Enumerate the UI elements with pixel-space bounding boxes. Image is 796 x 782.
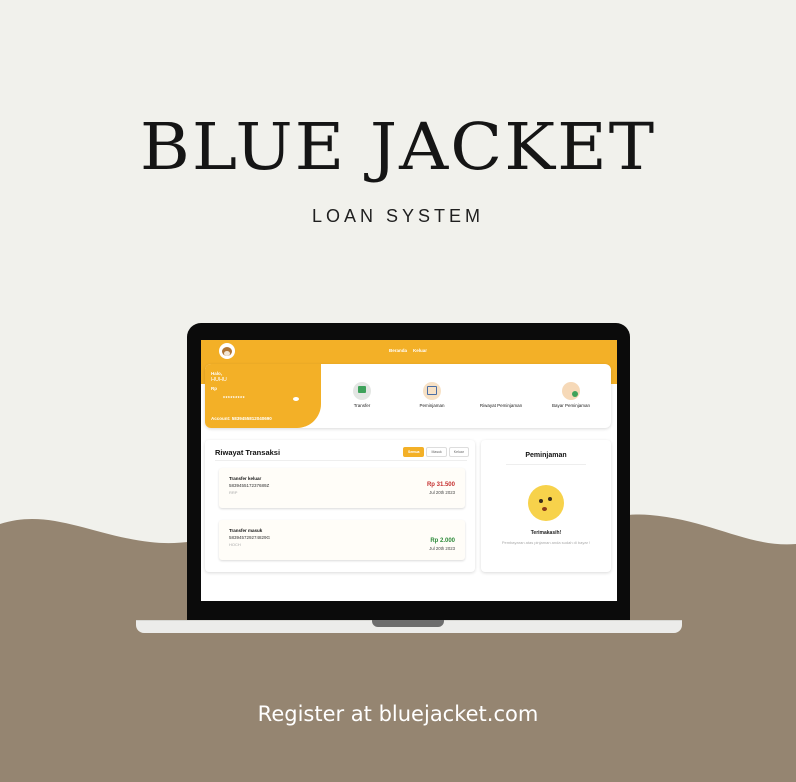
tx-type: Transfer keluar bbox=[229, 476, 262, 481]
phone-icon bbox=[423, 382, 441, 400]
menu-label: Riwayat Peminjaman bbox=[479, 403, 523, 408]
pay-icon bbox=[562, 382, 580, 400]
menu-bayar-peminjaman[interactable]: Bayar Peminjaman bbox=[541, 382, 601, 408]
filter-masuk[interactable]: Masuk bbox=[426, 447, 447, 457]
filter-semua[interactable]: Semua bbox=[403, 447, 425, 457]
smiley-mouth bbox=[542, 507, 547, 511]
greeting: Halo, bbox=[211, 371, 223, 376]
tx-amount: Rp 2.000 bbox=[430, 538, 455, 544]
user-name: HUHU bbox=[211, 377, 227, 383]
laptop-screen: Beranda Keluar Halo, HUHU Rp ********* A… bbox=[201, 340, 617, 601]
account-number: Account: 5839455812040690 bbox=[211, 416, 272, 421]
register-text: Register at bluejacket.com bbox=[257, 702, 539, 726]
menu-label: Transfer bbox=[353, 403, 371, 408]
masked-balance: ********* bbox=[223, 396, 246, 402]
history-filters: Semua Masuk Keluar bbox=[403, 447, 469, 457]
avatar[interactable] bbox=[219, 343, 235, 359]
tx-type: Transfer masuk bbox=[229, 528, 263, 533]
balance-card: Halo, HUHU Rp ********* Account: 5839455… bbox=[205, 364, 321, 428]
smiley-eye bbox=[548, 497, 552, 501]
menu-peminjaman[interactable]: Peminjaman bbox=[402, 382, 462, 408]
tx-amount: Rp 31.500 bbox=[426, 482, 455, 488]
laptop-notch bbox=[372, 620, 444, 627]
filter-keluar[interactable]: Keluar bbox=[448, 447, 469, 457]
menu-label: Bayar Peminjaman bbox=[551, 403, 591, 408]
tx-date: Jul 20th 2023 bbox=[429, 490, 455, 495]
dog-snout bbox=[224, 351, 230, 356]
nav-beranda[interactable]: Beranda bbox=[389, 348, 407, 353]
eye-icon[interactable] bbox=[293, 397, 299, 401]
smiley-icon bbox=[528, 485, 564, 521]
summary-card: Halo, HUHU Rp ********* Account: 5839455… bbox=[205, 364, 611, 500]
loan-title: Peminjaman bbox=[525, 452, 567, 459]
brand-title: BLUE JACKET bbox=[139, 109, 657, 186]
list-item[interactable]: Transfer masuk 583945729274829G HOCH Rp … bbox=[219, 520, 465, 560]
nav-keluar[interactable]: Keluar bbox=[413, 348, 427, 353]
tx-number: 583945729274829G bbox=[229, 535, 271, 540]
tx-code: HOCH bbox=[229, 542, 241, 547]
divider bbox=[215, 460, 467, 461]
tx-date: Jul 20th 2023 bbox=[429, 546, 455, 551]
smiley-eye bbox=[539, 499, 543, 503]
menu-transfer[interactable]: Transfer bbox=[332, 382, 392, 408]
transaction-history: Riwayat Transaksi Semua Masuk Keluar Tra… bbox=[205, 440, 475, 572]
brand-subtitle: LOAN SYSTEM bbox=[311, 206, 485, 226]
tx-code: RRP bbox=[229, 490, 238, 495]
menu-riwayat-peminjaman[interactable]: Riwayat Peminjaman bbox=[471, 382, 531, 500]
list-item[interactable]: Transfer keluar 583945517237689Z RRP Rp … bbox=[219, 468, 465, 508]
loan-panel: Peminjaman Terimakasih! Pembayaran atas … bbox=[481, 440, 611, 572]
currency-label: Rp bbox=[211, 386, 217, 391]
top-nav: Beranda Keluar bbox=[389, 348, 427, 353]
loan-thanks: Terimakasih! bbox=[530, 530, 562, 536]
menu-label: Peminjaman bbox=[419, 403, 445, 408]
money-icon bbox=[353, 382, 371, 400]
history-title: Riwayat Transaksi bbox=[215, 448, 281, 457]
loan-info: Pembayaran atas pinjaman anda sudah di b… bbox=[501, 540, 591, 545]
tx-number: 583945517237689Z bbox=[229, 483, 270, 488]
divider bbox=[506, 464, 586, 465]
